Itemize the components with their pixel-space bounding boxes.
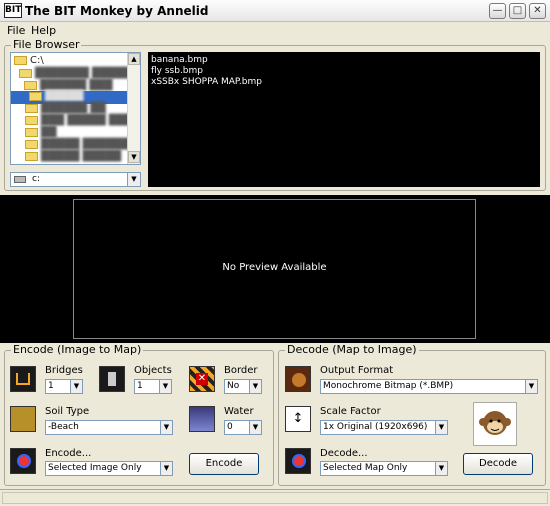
scale-factor-icon: ↕ [285, 406, 311, 432]
title-bar: BIT The BIT Monkey by Annelid — □ ✕ [0, 0, 550, 22]
preview-box: No Preview Available [73, 199, 476, 339]
folder-icon [14, 55, 27, 65]
decode-title: Decode (Map to Image) [285, 343, 419, 356]
preview-text: No Preview Available [222, 262, 327, 273]
chevron-down-icon: ▼ [70, 380, 82, 393]
folder-icon [25, 127, 38, 137]
scale-factor-label: Scale Factor [320, 406, 381, 417]
folder-icon [25, 139, 38, 149]
encode-scope-select[interactable]: Selected Image Only ▼ [45, 461, 173, 476]
objects-select[interactable]: 1 ▼ [134, 379, 172, 394]
encode-title: Encode (Image to Map) [11, 343, 144, 356]
folder-icon [24, 80, 37, 90]
status-bar [0, 489, 550, 506]
close-button[interactable]: ✕ [529, 3, 546, 19]
bridges-label: Bridges [45, 365, 83, 376]
chevron-down-icon: ▼ [249, 380, 261, 393]
maximize-button[interactable]: □ [509, 3, 526, 19]
status-pane [2, 492, 548, 504]
folder-icon [29, 91, 42, 101]
folder-icon [25, 103, 38, 113]
window-title: The BIT Monkey by Annelid [25, 4, 209, 18]
encode-button[interactable]: Encode [189, 453, 259, 475]
folder-icon [25, 115, 38, 125]
chevron-down-icon: ▼ [159, 380, 171, 393]
border-select[interactable]: No ▼ [224, 379, 262, 394]
soil-select[interactable]: -Beach ▼ [45, 420, 173, 435]
output-format-label: Output Format [320, 365, 394, 376]
tree-root[interactable]: C:\ [14, 55, 44, 68]
chevron-down-icon: ▼ [435, 462, 447, 475]
scroll-down-icon[interactable]: ▼ [128, 151, 140, 163]
file-item[interactable]: banana.bmp [151, 55, 208, 65]
bridges-icon [10, 366, 36, 392]
chevron-down-icon: ▼ [525, 380, 537, 393]
decode-scope-label: Decode... [320, 448, 368, 459]
file-item[interactable]: xSSBx SHOPPA MAP.bmp [151, 77, 262, 87]
objects-icon [99, 366, 125, 392]
soil-label: Soil Type [45, 406, 90, 417]
drive-icon [14, 176, 26, 183]
menu-bar: File Help [0, 22, 550, 38]
preview-area: No Preview Available [0, 195, 550, 343]
tree-item[interactable]: █████ █████ [25, 151, 121, 164]
chevron-down-icon: ▼ [435, 421, 447, 434]
water-icon [189, 406, 215, 432]
menu-help[interactable]: Help [31, 24, 56, 37]
soil-icon [10, 406, 36, 432]
chevron-down-icon[interactable]: ▼ [127, 173, 140, 186]
folder-icon [19, 68, 32, 78]
app-icon: BIT [4, 3, 22, 18]
water-label: Water [224, 406, 254, 417]
decode-button[interactable]: Decode [463, 453, 533, 475]
bridges-select[interactable]: 1 ▼ [45, 379, 83, 394]
file-list[interactable]: banana.bmp fly ssb.bmp xSSBx SHOPPA MAP.… [148, 52, 540, 187]
border-icon: ✕ [189, 366, 215, 392]
minimize-button[interactable]: — [489, 3, 506, 19]
output-format-select[interactable]: Monochrome Bitmap (*.BMP) ▼ [320, 379, 538, 394]
chevron-down-icon: ▼ [249, 421, 261, 434]
objects-label: Objects [134, 365, 172, 376]
output-format-icon [285, 366, 311, 392]
folder-tree[interactable]: C:\ ███████ ██████ ██████ ███ █████ ████… [10, 52, 141, 165]
tree-scrollbar[interactable]: ▲ ▼ [127, 53, 140, 164]
monkey-logo-icon [473, 402, 517, 446]
file-browser-title: File Browser [11, 38, 82, 51]
encode-scope-label: Encode... [45, 448, 92, 459]
chevron-down-icon: ▼ [160, 462, 172, 475]
border-label: Border [224, 365, 258, 376]
decode-scope-select[interactable]: Selected Map Only ▼ [320, 461, 448, 476]
file-item[interactable]: fly ssb.bmp [151, 66, 203, 76]
scale-factor-select[interactable]: 1x Original (1920x696) ▼ [320, 420, 448, 435]
folder-icon [25, 151, 38, 161]
decode-icon [285, 448, 311, 474]
drive-select[interactable]: c: ▼ [10, 172, 141, 187]
menu-file[interactable]: File [7, 24, 25, 37]
chevron-down-icon: ▼ [160, 421, 172, 434]
encode-icon [10, 448, 36, 474]
scroll-up-icon[interactable]: ▲ [128, 53, 140, 65]
water-select[interactable]: 0 ▼ [224, 420, 262, 435]
